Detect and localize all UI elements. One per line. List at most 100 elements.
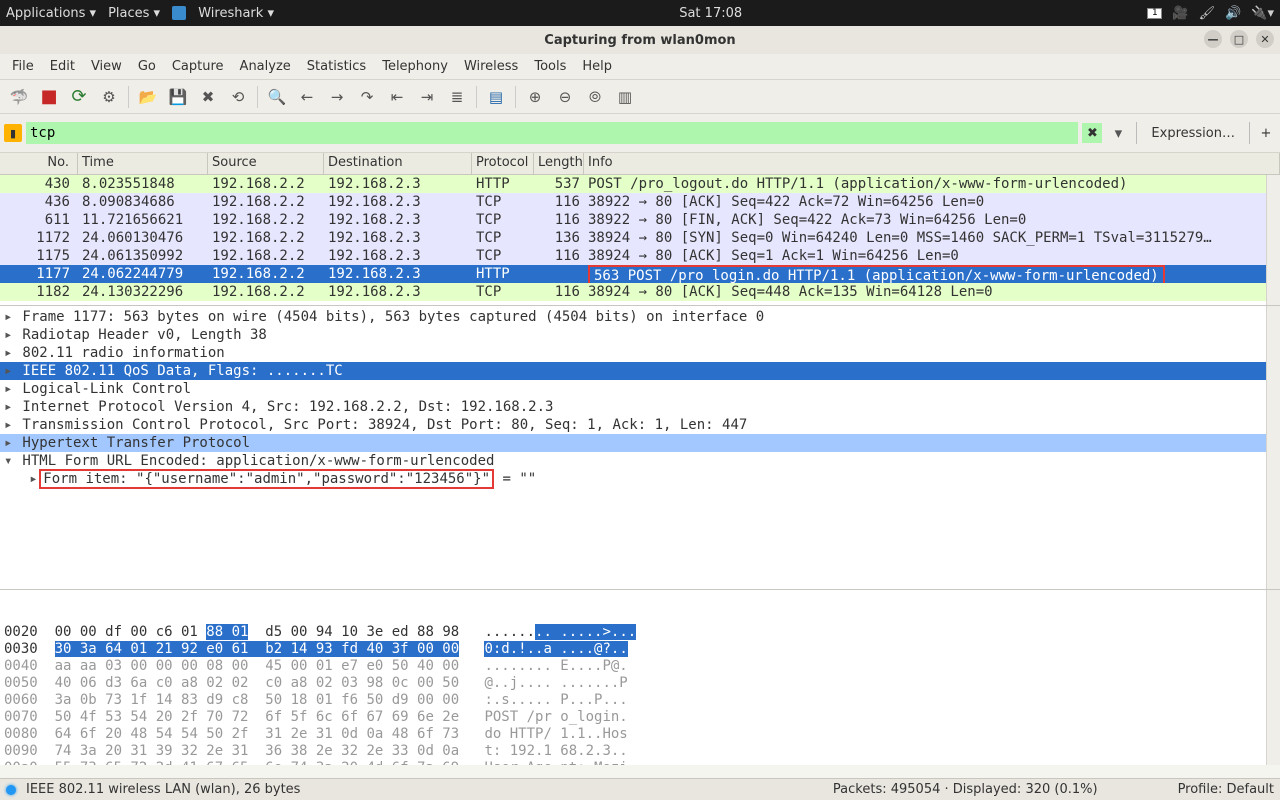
workspace-indicator[interactable]: 1 xyxy=(1147,8,1162,19)
col-src[interactable]: Source xyxy=(208,153,324,174)
packet-row[interactable]: 4308.023551848192.168.2.2192.168.2.3HTTP… xyxy=(0,175,1280,193)
video-icon[interactable]: 🎥 xyxy=(1172,6,1188,21)
power-icon[interactable]: 🔌▾ xyxy=(1251,6,1274,21)
detail-row[interactable]: ▸ Internet Protocol Version 4, Src: 192.… xyxy=(0,398,1280,416)
detail-row[interactable]: ▸ Hypertext Transfer Protocol xyxy=(0,434,1280,452)
shark-fin-icon[interactable]: 🦈 xyxy=(4,82,34,112)
go-last-button[interactable]: ⇥ xyxy=(412,82,442,112)
capture-options-button[interactable]: ⚙ xyxy=(94,82,124,112)
zoom-out-button[interactable]: ⊖ xyxy=(550,82,580,112)
packet-bytes[interactable]: 0020 00 00 df 00 c6 01 88 01 d5 00 94 10… xyxy=(0,589,1280,765)
menu-analyze[interactable]: Analyze xyxy=(234,57,297,76)
window-titlebar: Capturing from wlan0mon — □ ✕ xyxy=(0,26,1280,54)
detail-row[interactable]: ▸ 802.11 radio information xyxy=(0,344,1280,362)
hex-row[interactable]: 0030 30 3a 64 01 21 92 e0 61 b2 14 93 fd… xyxy=(4,641,1276,658)
status-profile[interactable]: Profile: Default xyxy=(1178,782,1274,797)
hex-row[interactable]: 0070 50 4f 53 54 20 2f 70 72 6f 5f 6c 6f… xyxy=(4,709,1276,726)
find-button[interactable]: 🔍 xyxy=(262,82,292,112)
display-filter-input[interactable] xyxy=(26,122,1078,144)
apps-menu[interactable]: Applications ▾ xyxy=(6,6,96,21)
clock[interactable]: Sat 17:08 xyxy=(274,6,1147,21)
zoom-in-button[interactable]: ⊕ xyxy=(520,82,550,112)
zoom-reset-button[interactable]: ⦾ xyxy=(580,82,610,112)
app-menu[interactable]: Wireshark ▾ xyxy=(172,6,274,21)
add-filter-button[interactable]: + xyxy=(1256,126,1276,141)
col-dst[interactable]: Destination xyxy=(324,153,472,174)
hex-row[interactable]: 0050 40 06 d3 6a c0 a8 02 02 c0 a8 02 03… xyxy=(4,675,1276,692)
reload-button[interactable]: ⟲ xyxy=(223,82,253,112)
volume-icon[interactable]: 🔊 xyxy=(1225,6,1241,21)
menu-telephony[interactable]: Telephony xyxy=(376,57,454,76)
col-proto[interactable]: Protocol xyxy=(472,153,534,174)
hex-row[interactable]: 00a0 55 73 65 72 2d 41 67 65 6e 74 3a 20… xyxy=(4,760,1276,765)
status-packet-counts: Packets: 495054 · Displayed: 320 (0.1%) xyxy=(833,782,1098,797)
col-no[interactable]: No. xyxy=(0,153,78,174)
hex-scrollbar[interactable] xyxy=(1266,590,1280,765)
packet-row[interactable]: 117724.062244779192.168.2.2192.168.2.3HT… xyxy=(0,265,1280,283)
filter-bar: ▮ ✖ ▾ Expression… + xyxy=(0,114,1280,153)
minimize-button[interactable]: — xyxy=(1204,30,1222,48)
menu-statistics[interactable]: Statistics xyxy=(301,57,372,76)
restart-capture-button[interactable]: ⟳ xyxy=(64,82,94,112)
packet-details[interactable]: ▸ Frame 1177: 563 bytes on wire (4504 bi… xyxy=(0,305,1280,589)
menu-wireless[interactable]: Wireless xyxy=(458,57,524,76)
menu-capture[interactable]: Capture xyxy=(166,57,230,76)
status-description: IEEE 802.11 wireless LAN (wlan), 26 byte… xyxy=(26,782,300,797)
separator xyxy=(257,86,258,108)
packet-list-header[interactable]: No. Time Source Destination Protocol Len… xyxy=(0,153,1280,175)
maximize-button[interactable]: □ xyxy=(1230,30,1248,48)
detail-row[interactable]: ▸ Logical-Link Control xyxy=(0,380,1280,398)
open-file-button[interactable]: 📂 xyxy=(133,82,163,112)
col-time[interactable]: Time xyxy=(78,153,208,174)
clear-filter-button[interactable]: ✖ xyxy=(1082,123,1102,143)
detail-row[interactable]: ▸ Radiotap Header v0, Length 38 xyxy=(0,326,1280,344)
stop-capture-button[interactable]: ■ xyxy=(34,82,64,112)
col-info[interactable]: Info xyxy=(584,153,1280,174)
detail-row[interactable]: ▸ Frame 1177: 563 bytes on wire (4504 bi… xyxy=(0,308,1280,326)
detail-row[interactable]: ▸ Form item: "{"username":"admin","passw… xyxy=(0,470,1280,488)
go-forward-button[interactable]: → xyxy=(322,82,352,112)
details-scrollbar[interactable] xyxy=(1266,306,1280,589)
close-file-button[interactable]: ✖ xyxy=(193,82,223,112)
colorize-button[interactable]: ▤ xyxy=(481,82,511,112)
hex-row[interactable]: 0020 00 00 df 00 c6 01 88 01 d5 00 94 10… xyxy=(4,624,1276,641)
menu-tools[interactable]: Tools xyxy=(528,57,572,76)
separator xyxy=(128,86,129,108)
go-back-button[interactable]: ← xyxy=(292,82,322,112)
detail-row[interactable]: ▾ HTML Form URL Encoded: application/x-w… xyxy=(0,452,1280,470)
packet-row[interactable]: 118224.130322296192.168.2.2192.168.2.3TC… xyxy=(0,283,1280,301)
menu-edit[interactable]: Edit xyxy=(44,57,81,76)
expression-button[interactable]: Expression… xyxy=(1143,124,1243,143)
save-file-button[interactable]: 💾 xyxy=(163,82,193,112)
expert-info-icon[interactable] xyxy=(6,785,16,795)
hex-row[interactable]: 0090 74 3a 20 31 39 32 2e 31 36 38 2e 32… xyxy=(4,743,1276,760)
brush-icon[interactable]: 🖌 xyxy=(1199,6,1216,21)
hex-row[interactable]: 0040 aa aa 03 00 00 00 08 00 45 00 01 e7… xyxy=(4,658,1276,675)
hex-row[interactable]: 0060 3a 0b 73 1f 14 83 d9 c8 50 18 01 f6… xyxy=(4,692,1276,709)
packet-row[interactable]: 61111.721656621192.168.2.2192.168.2.3TCP… xyxy=(0,211,1280,229)
apply-filter-button[interactable]: ▾ xyxy=(1106,118,1130,148)
packet-row[interactable]: 117224.060130476192.168.2.2192.168.2.3TC… xyxy=(0,229,1280,247)
auto-scroll-button[interactable]: ≣ xyxy=(442,82,472,112)
detail-row[interactable]: ▸ Transmission Control Protocol, Src Por… xyxy=(0,416,1280,434)
places-menu[interactable]: Places ▾ xyxy=(108,6,160,21)
hex-row[interactable]: 0080 64 6f 20 48 54 54 50 2f 31 2e 31 0d… xyxy=(4,726,1276,743)
window-title: Capturing from wlan0mon xyxy=(544,33,735,48)
detail-row[interactable]: ▸ IEEE 802.11 QoS Data, Flags: .......TC xyxy=(0,362,1280,380)
close-button[interactable]: ✕ xyxy=(1256,30,1274,48)
packet-row[interactable]: 4368.090834686192.168.2.2192.168.2.3TCP1… xyxy=(0,193,1280,211)
menu-view[interactable]: View xyxy=(85,57,128,76)
resize-columns-button[interactable]: ▥ xyxy=(610,82,640,112)
go-to-packet-button[interactable]: ↷ xyxy=(352,82,382,112)
bookmark-filter-icon[interactable]: ▮ xyxy=(4,124,22,142)
packet-row[interactable]: 117524.061350992192.168.2.2192.168.2.3TC… xyxy=(0,247,1280,265)
toolbar: 🦈 ■ ⟳ ⚙ 📂 💾 ✖ ⟲ 🔍 ← → ↷ ⇤ ⇥ ≣ ▤ ⊕ ⊖ ⦾ ▥ xyxy=(0,80,1280,114)
menu-help[interactable]: Help xyxy=(576,57,618,76)
go-first-button[interactable]: ⇤ xyxy=(382,82,412,112)
packet-list[interactable]: 4308.023551848192.168.2.2192.168.2.3HTTP… xyxy=(0,175,1280,305)
packet-list-scrollbar[interactable] xyxy=(1266,175,1280,305)
menu-file[interactable]: File xyxy=(6,57,40,76)
menu-go[interactable]: Go xyxy=(132,57,162,76)
statusbar: IEEE 802.11 wireless LAN (wlan), 26 byte… xyxy=(0,778,1280,800)
col-len[interactable]: Length xyxy=(534,153,584,174)
